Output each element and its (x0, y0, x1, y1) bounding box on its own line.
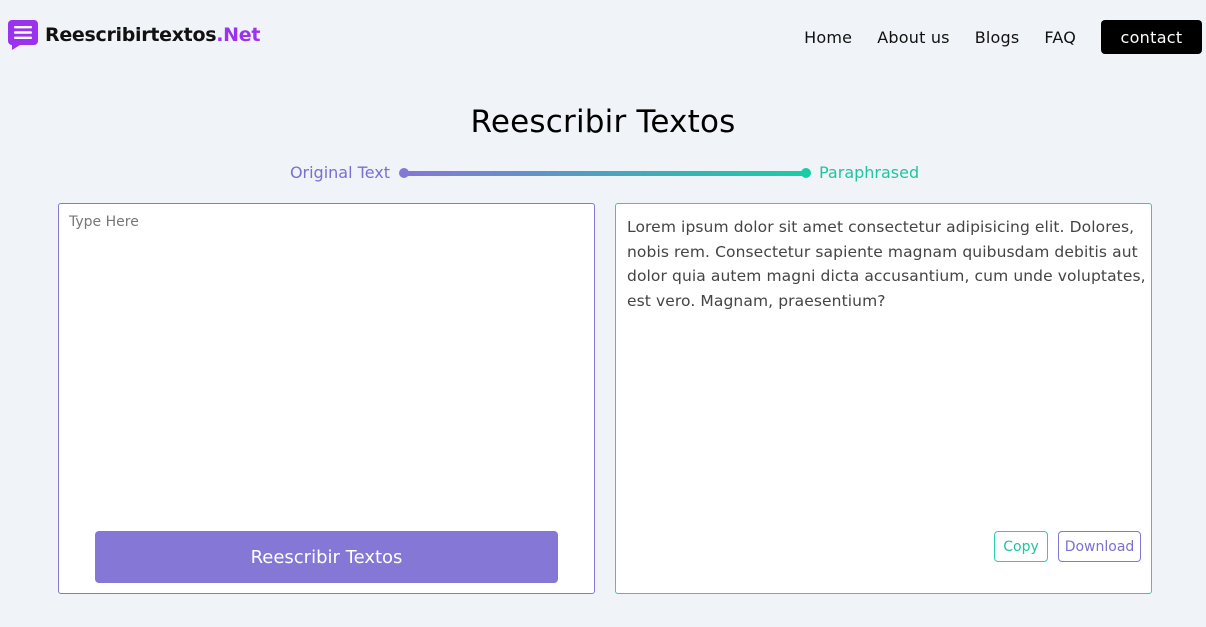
nav-links: Home About us Blogs FAQ contact (804, 20, 1206, 54)
paraphrased-output: Lorem ipsum dolor sit amet consectetur a… (627, 218, 1146, 310)
text-input[interactable] (69, 214, 584, 514)
page-title: Reescribir Textos (470, 104, 736, 140)
copy-button[interactable]: Copy (994, 531, 1048, 562)
input-panel: Reescribir Textos (58, 203, 595, 594)
progress-track (404, 171, 806, 176)
download-button[interactable]: Download (1058, 531, 1141, 562)
nav-about-link[interactable]: About us (877, 28, 949, 47)
progress-end-dot (801, 168, 811, 178)
output-panel: Lorem ipsum dolor sit amet consectetur a… (615, 203, 1152, 594)
progress-indicator: Original Text Paraphrased (0, 162, 1206, 184)
logo-link[interactable]: Reescribirtextos.Net (8, 20, 260, 50)
logo-text: Reescribirtextos.Net (45, 24, 260, 46)
navbar: Reescribirtextos.Net Home About us Blogs… (0, 0, 1206, 74)
logo-brand-tld: .Net (216, 24, 261, 46)
nav-home-link[interactable]: Home (804, 28, 852, 47)
progress-start-dot (399, 168, 409, 178)
paraphrased-label: Paraphrased (819, 163, 920, 182)
contact-button[interactable]: contact (1101, 20, 1202, 54)
rewrite-button[interactable]: Reescribir Textos (95, 531, 558, 583)
logo-brand-name: Reescribirtextos (45, 24, 217, 46)
chat-message-icon (8, 20, 38, 50)
nav-faq-link[interactable]: FAQ (1044, 28, 1076, 47)
original-text-label: Original Text (289, 163, 390, 182)
nav-blogs-link[interactable]: Blogs (975, 28, 1020, 47)
